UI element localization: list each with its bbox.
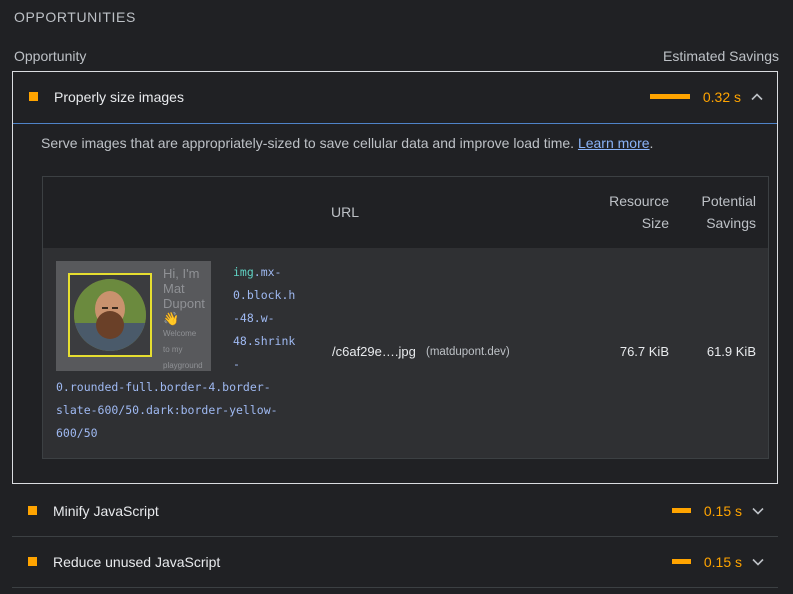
audit-title: Reduce unused JavaScript: [53, 554, 221, 570]
savings-bar: [650, 94, 690, 99]
savings-value: 0.15 s: [703, 503, 742, 519]
savings-bar: [672, 508, 691, 513]
audit-properly-size-images: Properly size images 0.32 s Serve images…: [12, 71, 778, 484]
th-resource-size: Resource Size: [609, 193, 669, 231]
table-header: URL Resource Size Potential Savings: [43, 177, 768, 248]
audit-header[interactable]: Properly size images 0.32 s: [13, 72, 777, 124]
wave-emoji: 👋: [163, 311, 180, 326]
audit-description: Serve images that are appropriately-size…: [41, 135, 654, 151]
resource-url[interactable]: /c6af29e….jpg: [332, 344, 416, 359]
audit-title: Minify JavaScript: [53, 503, 159, 519]
warning-square-icon: [28, 506, 37, 515]
audit-reduce-unused-javascript[interactable]: Reduce unused JavaScript 0.15 s: [12, 536, 778, 588]
th-potential-savings: Potential Savings: [701, 193, 756, 231]
savings-value: 0.32 s: [702, 89, 741, 105]
details-table: URL Resource Size Potential Savings Hi, …: [42, 176, 769, 459]
potential-savings-value: 61.9 KiB: [706, 344, 756, 359]
image-thumbnail: Hi, I'm Mat Dupont 👋 Welcome to my playg…: [56, 261, 211, 371]
resource-host: (matdupont.dev): [426, 346, 510, 358]
warning-square-icon: [28, 557, 37, 566]
thumbnail-frame: [68, 273, 152, 357]
chevron-down-icon[interactable]: [751, 555, 765, 569]
column-header-savings: Estimated Savings: [663, 48, 779, 64]
resource-size-value: 76.7 KiB: [619, 344, 669, 359]
chevron-down-icon[interactable]: [751, 504, 765, 518]
warning-square-icon: [29, 92, 38, 101]
section-title: OPPORTUNITIES: [14, 9, 136, 25]
savings-bar: [672, 559, 691, 564]
node-selector-continued: 0.rounded-full.border-4.border- slate-60…: [56, 380, 278, 440]
node-selector: img.mx- 0.block.h -48.w- 48.shrink -: [233, 265, 296, 371]
audit-minify-javascript[interactable]: Minify JavaScript 0.15 s: [12, 485, 778, 537]
th-url: URL: [331, 204, 360, 220]
savings-value: 0.15 s: [703, 554, 742, 570]
learn-more-link[interactable]: Learn more: [578, 135, 650, 151]
table-row[interactable]: Hi, I'm Mat Dupont 👋 Welcome to my playg…: [43, 248, 768, 458]
audit-title: Properly size images: [54, 89, 184, 105]
description-text: Serve images that are appropriately-size…: [41, 135, 575, 151]
chevron-up-icon[interactable]: [750, 90, 764, 104]
column-header-opportunity: Opportunity: [14, 48, 87, 64]
portrait-image: [74, 279, 146, 351]
thumbnail-caption: Hi, I'm Mat Dupont 👋 Welcome to my playg…: [163, 266, 211, 371]
